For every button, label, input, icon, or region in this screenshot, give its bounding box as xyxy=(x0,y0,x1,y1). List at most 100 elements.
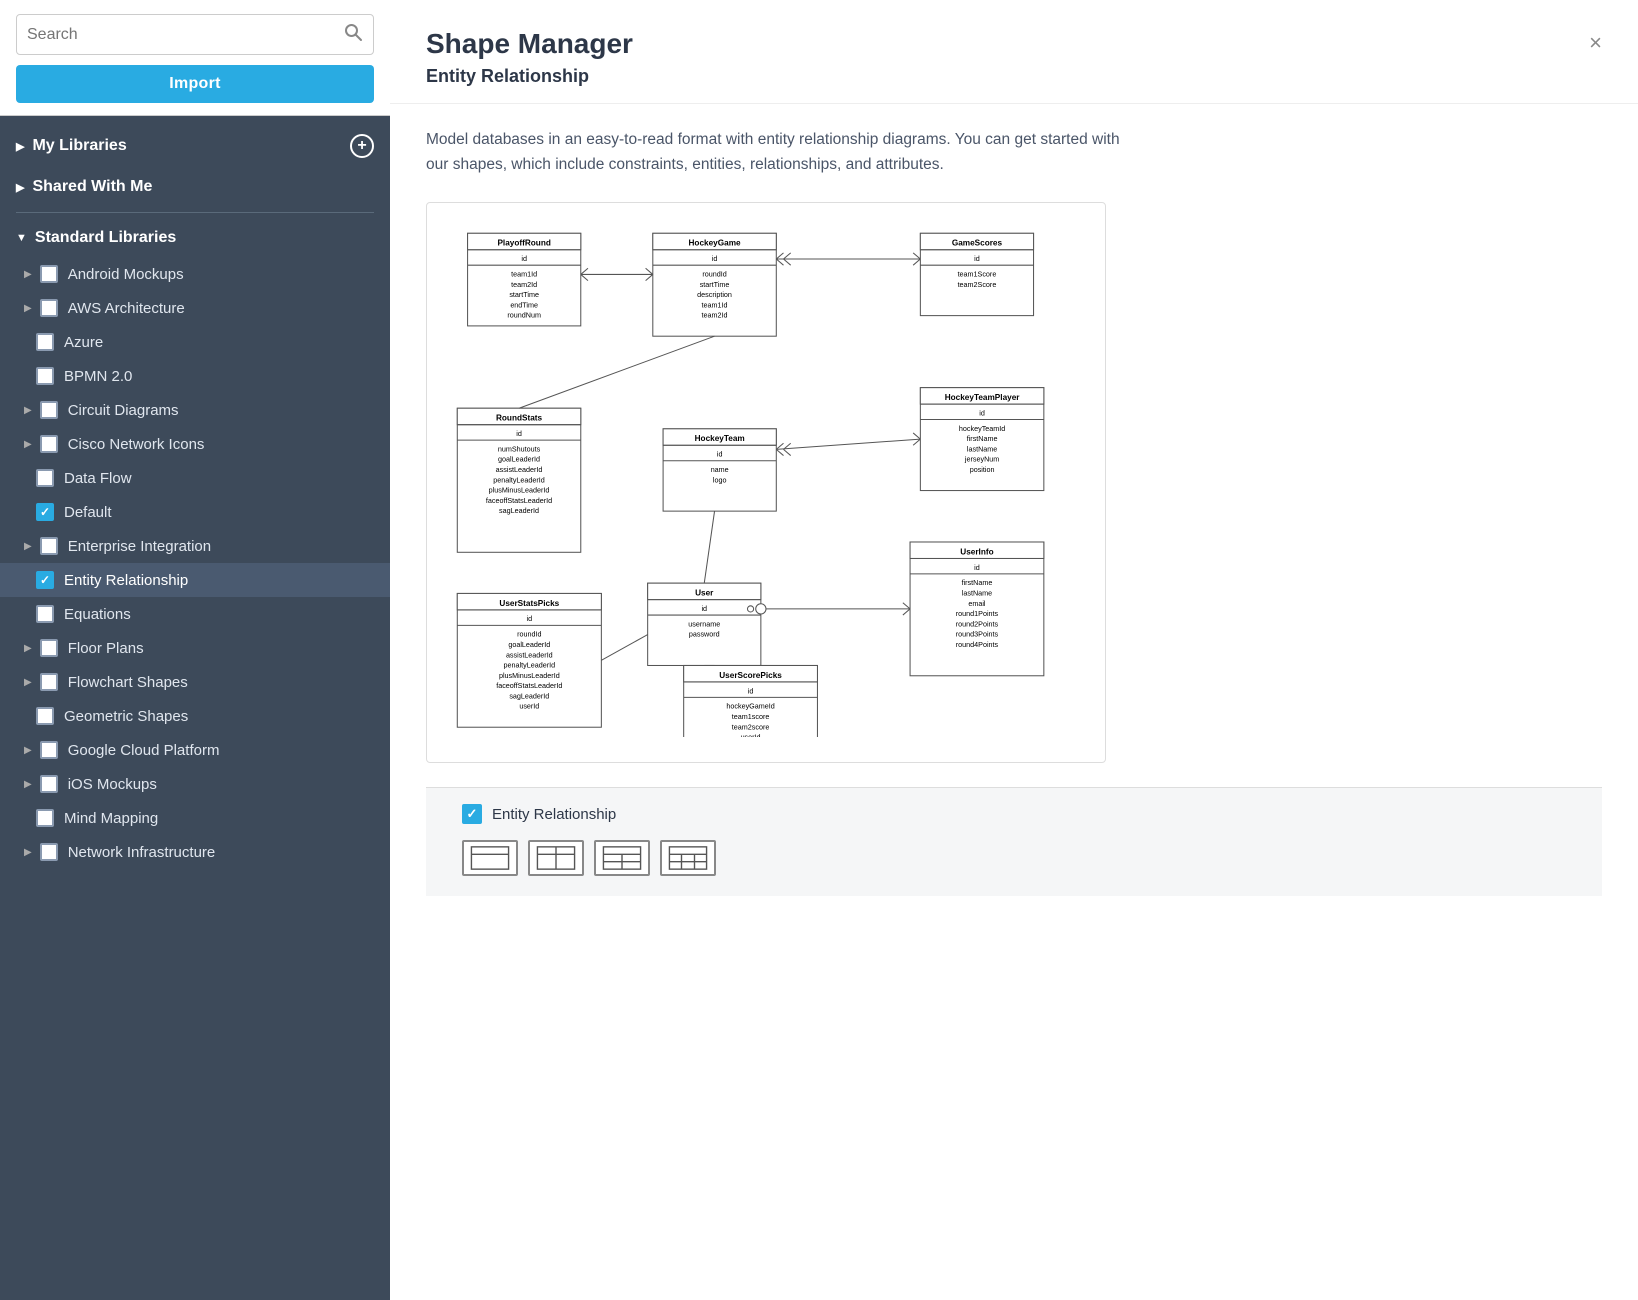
shape-icon-1 xyxy=(462,840,518,876)
svg-text:assistLeaderId: assistLeaderId xyxy=(506,650,553,659)
close-button[interactable]: × xyxy=(1589,32,1602,54)
ios-checkbox[interactable] xyxy=(40,775,58,793)
sidebar-item-ios-mockups[interactable]: ▶ iOS Mockups xyxy=(0,767,390,801)
svg-text:roundNum: roundNum xyxy=(507,310,541,319)
shape-icon-4 xyxy=(660,840,716,876)
network-checkbox[interactable] xyxy=(40,843,58,861)
main-panel: Shape Manager Entity Relationship × Mode… xyxy=(390,0,1638,1300)
azure-label: Azure xyxy=(64,334,374,351)
diagram-preview: PlayoffRound id team1Id team2Id startTim… xyxy=(426,202,1106,764)
sidebar-item-cisco-network-icons[interactable]: ▶ Cisco Network Icons xyxy=(0,427,390,461)
search-box[interactable] xyxy=(16,14,374,55)
sidebar-item-default[interactable]: Default xyxy=(0,495,390,529)
geometric-label: Geometric Shapes xyxy=(64,708,374,725)
data-flow-checkbox[interactable] xyxy=(36,469,54,487)
sidebar-list: ▶ My Libraries + ▶ Shared With Me ▼ Stan… xyxy=(0,116,390,1300)
svg-text:userId: userId xyxy=(741,732,761,737)
svg-text:team1Id: team1Id xyxy=(511,269,537,278)
svg-text:User: User xyxy=(695,588,714,597)
svg-text:description: description xyxy=(697,290,732,299)
er-diagram-svg: PlayoffRound id team1Id team2Id startTim… xyxy=(447,223,1085,738)
sidebar-item-flowchart-shapes[interactable]: ▶ Flowchart Shapes xyxy=(0,665,390,699)
sidebar-item-bpmn[interactable]: BPMN 2.0 xyxy=(0,359,390,393)
cisco-label: Cisco Network Icons xyxy=(68,436,374,453)
android-mockups-checkbox[interactable] xyxy=(40,265,58,283)
enterprise-checkbox[interactable] xyxy=(40,537,58,555)
geometric-checkbox[interactable] xyxy=(36,707,54,725)
floor-plans-checkbox[interactable] xyxy=(40,639,58,657)
flowchart-checkbox[interactable] xyxy=(40,673,58,691)
sidebar-item-geometric-shapes[interactable]: Geometric Shapes xyxy=(0,699,390,733)
svg-text:id: id xyxy=(717,449,723,458)
header-text: Shape Manager Entity Relationship xyxy=(426,28,1589,87)
sidebar-item-data-flow[interactable]: Data Flow xyxy=(0,461,390,495)
search-icon xyxy=(343,22,363,47)
default-checkbox[interactable] xyxy=(36,503,54,521)
svg-text:HockeyTeamPlayer: HockeyTeamPlayer xyxy=(945,393,1021,402)
svg-text:UserStatsPicks: UserStatsPicks xyxy=(499,598,559,607)
svg-text:logo: logo xyxy=(713,475,727,484)
sidebar: Import ▶ My Libraries + ▶ Shared With Me… xyxy=(0,0,390,1300)
svg-text:goalLeaderId: goalLeaderId xyxy=(498,454,540,463)
svg-text:lastName: lastName xyxy=(967,444,997,453)
sidebar-item-equations[interactable]: Equations xyxy=(0,597,390,631)
standard-arrow: ▼ xyxy=(16,232,27,244)
my-libraries-label: My Libraries xyxy=(32,137,126,155)
cisco-arrow: ▶ xyxy=(24,439,32,450)
cisco-checkbox[interactable] xyxy=(40,435,58,453)
sidebar-item-enterprise-integration[interactable]: ▶ Enterprise Integration xyxy=(0,529,390,563)
aws-label: AWS Architecture xyxy=(68,300,374,317)
standard-libraries-header[interactable]: ▼ Standard Libraries xyxy=(0,219,390,257)
google-cloud-checkbox[interactable] xyxy=(40,741,58,759)
svg-text:password: password xyxy=(689,629,720,638)
svg-text:startTime: startTime xyxy=(700,279,730,288)
sidebar-item-floor-plans[interactable]: ▶ Floor Plans xyxy=(0,631,390,665)
floor-plans-arrow: ▶ xyxy=(24,643,32,654)
android-mockups-arrow: ▶ xyxy=(24,269,32,280)
sidebar-item-network-infrastructure[interactable]: ▶ Network Infrastructure xyxy=(0,835,390,869)
svg-text:plusMinusLeaderId: plusMinusLeaderId xyxy=(499,670,560,679)
sidebar-item-aws-architecture[interactable]: ▶ AWS Architecture xyxy=(0,291,390,325)
aws-checkbox[interactable] xyxy=(40,299,58,317)
sidebar-item-entity-relationship[interactable]: Entity Relationship xyxy=(0,563,390,597)
sidebar-item-android-mockups[interactable]: ▶ Android Mockups xyxy=(0,257,390,291)
circuit-arrow: ▶ xyxy=(24,405,32,416)
shared-with-me-header[interactable]: ▶ Shared With Me xyxy=(0,168,390,206)
sidebar-item-circuit-diagrams[interactable]: ▶ Circuit Diagrams xyxy=(0,393,390,427)
import-button[interactable]: Import xyxy=(16,65,374,103)
add-library-button[interactable]: + xyxy=(350,134,374,158)
svg-text:round2Points: round2Points xyxy=(956,619,999,628)
network-arrow: ▶ xyxy=(24,847,32,858)
svg-text:id: id xyxy=(527,614,533,623)
svg-text:UserScorePicks: UserScorePicks xyxy=(719,670,782,679)
page-title: Shape Manager xyxy=(426,28,1589,60)
sidebar-item-azure[interactable]: Azure xyxy=(0,325,390,359)
svg-text:username: username xyxy=(688,619,720,628)
sidebar-item-mind-mapping[interactable]: Mind Mapping xyxy=(0,801,390,835)
azure-checkbox[interactable] xyxy=(36,333,54,351)
circuit-checkbox[interactable] xyxy=(40,401,58,419)
svg-text:userId: userId xyxy=(519,701,539,710)
svg-text:RoundStats: RoundStats xyxy=(496,413,543,422)
bottom-entity-checkbox[interactable] xyxy=(462,804,482,824)
equations-checkbox[interactable] xyxy=(36,605,54,623)
svg-text:team1score: team1score xyxy=(732,712,770,721)
svg-text:HockeyTeam: HockeyTeam xyxy=(695,434,745,443)
mind-mapping-checkbox[interactable] xyxy=(36,809,54,827)
bottom-checkbox-row: Entity Relationship xyxy=(462,804,1566,824)
bpmn-checkbox[interactable] xyxy=(36,367,54,385)
entity-checkbox[interactable] xyxy=(36,571,54,589)
google-cloud-label: Google Cloud Platform xyxy=(68,742,374,759)
svg-text:HockeyGame: HockeyGame xyxy=(689,238,742,247)
floor-plans-label: Floor Plans xyxy=(68,640,374,657)
page-subtitle: Entity Relationship xyxy=(426,66,1589,87)
search-input[interactable] xyxy=(27,26,343,44)
flowchart-label: Flowchart Shapes xyxy=(68,674,374,691)
shared-with-me-label: Shared With Me xyxy=(32,178,152,196)
svg-text:team1Id: team1Id xyxy=(702,300,728,309)
description-text: Model databases in an easy-to-read forma… xyxy=(426,128,1126,178)
sidebar-item-google-cloud[interactable]: ▶ Google Cloud Platform xyxy=(0,733,390,767)
my-libraries-header[interactable]: ▶ My Libraries + xyxy=(0,124,390,168)
svg-text:startTime: startTime xyxy=(509,290,539,299)
main-header: Shape Manager Entity Relationship × xyxy=(390,0,1638,104)
